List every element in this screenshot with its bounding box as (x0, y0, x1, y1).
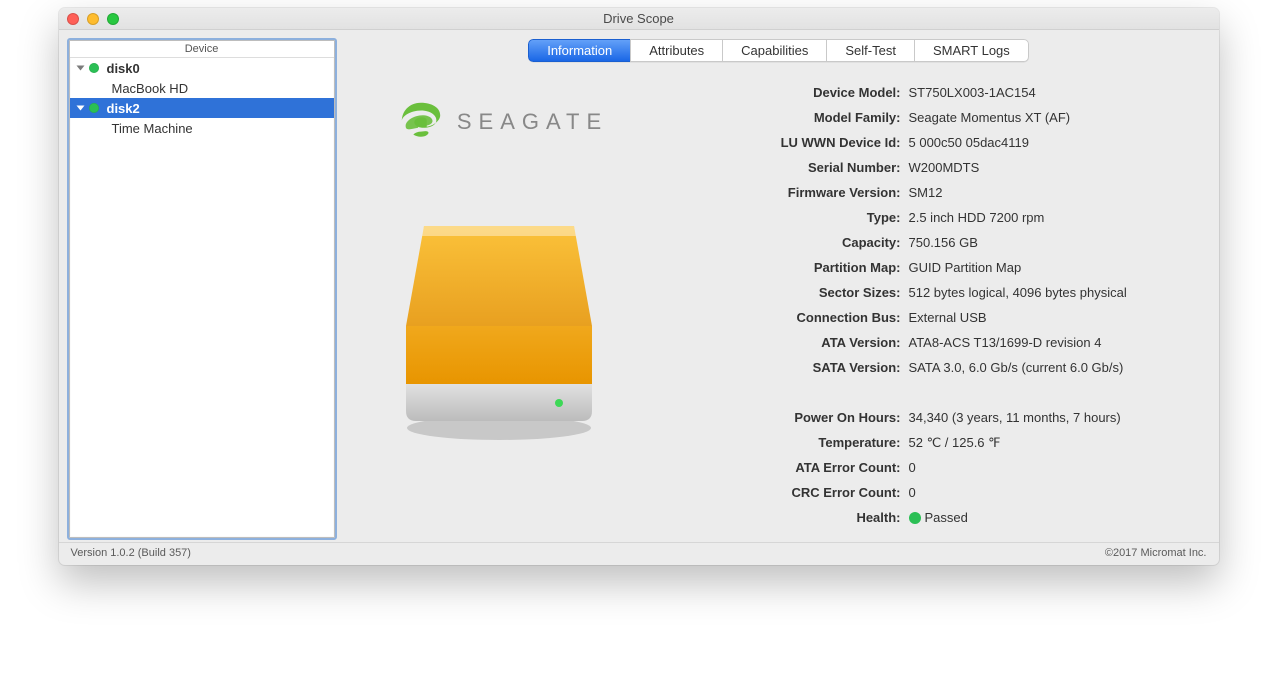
value-health: Passed (909, 510, 968, 525)
tab-smartlogs[interactable]: SMART Logs (914, 39, 1029, 62)
tab-information[interactable]: Information (528, 39, 630, 62)
label-health: Health: (659, 510, 909, 525)
value-temp: 52 ℃ / 125.6 ℉ (909, 435, 1001, 451)
seagate-logo: SEAGATE (397, 98, 608, 146)
health-text: Passed (925, 510, 968, 525)
health-dot-icon (909, 512, 921, 524)
sidebar-item-disk2-volume[interactable]: Time Machine (70, 118, 334, 138)
label-sector: Sector Sizes: (659, 285, 909, 300)
device-tree: disk0 MacBook HD disk2 Time Machine (70, 58, 334, 138)
window-controls (67, 13, 119, 25)
tab-bar: Information Attributes Capabilities Self… (339, 39, 1219, 62)
value-crcerr: 0 (909, 485, 916, 500)
label-connbus: Connection Bus: (659, 310, 909, 325)
label-device-model: Device Model: (659, 85, 909, 100)
sidebar-item-label: disk0 (107, 61, 140, 76)
status-dot-icon (89, 103, 99, 113)
sidebar-item-label: disk2 (107, 101, 140, 116)
sidebar-header: Device (70, 41, 334, 58)
value-type: 2.5 inch HDD 7200 rpm (909, 210, 1045, 225)
device-sidebar: Device disk0 MacBook HD disk2 (69, 40, 335, 538)
label-serial: Serial Number: (659, 160, 909, 175)
value-connbus: External USB (909, 310, 987, 325)
label-firmware: Firmware Version: (659, 185, 909, 200)
app-window: Drive Scope Device disk0 MacBook HD (59, 8, 1219, 565)
chevron-down-icon (76, 66, 84, 71)
sidebar-item-disk0[interactable]: disk0 (70, 58, 334, 78)
value-sata: SATA 3.0, 6.0 Gb/s (current 6.0 Gb/s) (909, 360, 1124, 375)
version-text: Version 1.0.2 (Build 357) (71, 547, 191, 559)
label-temp: Temperature: (659, 435, 909, 450)
zoom-icon[interactable] (107, 13, 119, 25)
minimize-icon[interactable] (87, 13, 99, 25)
value-sector: 512 bytes logical, 4096 bytes physical (909, 285, 1127, 300)
label-type: Type: (659, 210, 909, 225)
tab-selftest[interactable]: Self-Test (826, 39, 914, 62)
info-panel: Device Model:ST750LX003-1AC154 Model Fam… (659, 80, 1199, 530)
value-firmware: SM12 (909, 185, 943, 200)
label-ataerr: ATA Error Count: (659, 460, 909, 475)
tab-capabilities[interactable]: Capabilities (722, 39, 826, 62)
value-device-model: ST750LX003-1AC154 (909, 85, 1036, 100)
value-ata: ATA8-ACS T13/1699-D revision 4 (909, 335, 1102, 350)
copyright-text: ©2017 Micromat Inc. (1105, 547, 1207, 559)
value-model-family: Seagate Momentus XT (AF) (909, 110, 1071, 125)
seagate-mark-icon (397, 98, 445, 146)
label-partition: Partition Map: (659, 260, 909, 275)
chevron-down-icon (76, 106, 84, 111)
drive-icon (394, 206, 604, 449)
footer: Version 1.0.2 (Build 357) ©2017 Micromat… (59, 542, 1219, 565)
close-icon[interactable] (67, 13, 79, 25)
window-title: Drive Scope (59, 11, 1219, 26)
label-sata: SATA Version: (659, 360, 909, 375)
sidebar-item-label: MacBook HD (112, 81, 189, 96)
sidebar-item-label: Time Machine (112, 121, 193, 136)
label-capacity: Capacity: (659, 235, 909, 250)
label-model-family: Model Family: (659, 110, 909, 125)
status-dot-icon (89, 63, 99, 73)
value-lu-wwn: 5 000c50 05dac4119 (909, 135, 1029, 150)
tab-attributes[interactable]: Attributes (630, 39, 722, 62)
sidebar-item-disk0-volume[interactable]: MacBook HD (70, 78, 334, 98)
value-poh: 34,340 (3 years, 11 months, 7 hours) (909, 410, 1121, 425)
value-partition: GUID Partition Map (909, 260, 1022, 275)
label-ata: ATA Version: (659, 335, 909, 350)
titlebar: Drive Scope (59, 8, 1219, 30)
value-ataerr: 0 (909, 460, 916, 475)
seagate-wordmark: SEAGATE (457, 109, 608, 135)
value-serial: W200MDTS (909, 160, 980, 175)
label-poh: Power On Hours: (659, 410, 909, 425)
label-lu-wwn: LU WWN Device Id: (659, 135, 909, 150)
sidebar-item-disk2[interactable]: disk2 (70, 98, 334, 118)
value-capacity: 750.156 GB (909, 235, 978, 250)
label-crcerr: CRC Error Count: (659, 485, 909, 500)
